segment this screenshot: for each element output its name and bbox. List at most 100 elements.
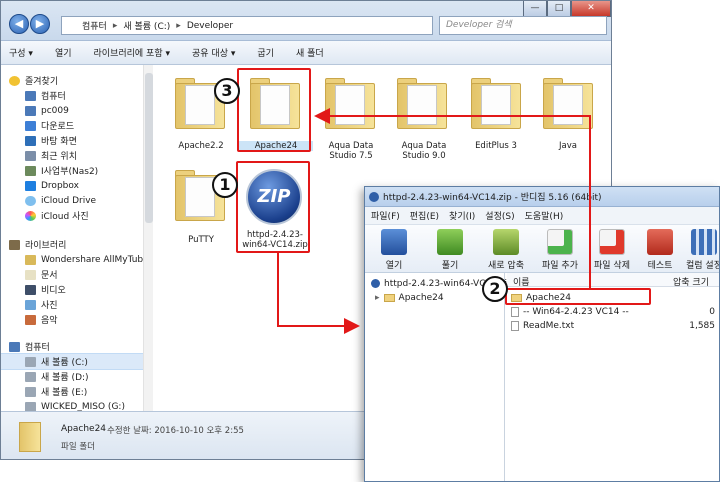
callout-2: 2 <box>482 276 508 302</box>
list-item[interactable]: ReadMe.txt 1,585 <box>507 319 719 332</box>
navigation-pane: 즐겨찾기 컴퓨터 pc009 다운로드 바탕 화면 최근 위치 I사업부(Nas… <box>1 65 153 412</box>
address-bar[interactable]: 컴퓨터 ▸ 새 볼륨 (C:) ▸ Developer <box>61 16 433 35</box>
back-icon[interactable]: ◀ <box>9 14 29 34</box>
nav-item-pictures[interactable]: 사진 <box>25 297 58 312</box>
burn-button[interactable]: 굽기 <box>257 46 274 59</box>
list-item[interactable]: -- Win64-2.4.23 VC14 -- 0 <box>507 305 719 318</box>
computer-icon <box>25 90 36 101</box>
bandizip-toolbar: 열기 풀기 새로 압축 파일 추가 파일 삭제 테스트 컬럼 설정 <box>365 225 719 273</box>
forward-icon[interactable]: ▶ <box>30 14 50 34</box>
share-button[interactable]: 공유 대상 ▾ <box>192 46 235 59</box>
scrollbar-thumb[interactable] <box>145 73 153 223</box>
test-icon <box>647 229 673 255</box>
test-button[interactable]: 테스트 <box>637 229 683 271</box>
delete-file-button[interactable]: 파일 삭제 <box>589 229 635 271</box>
documents-icon <box>25 269 36 280</box>
folder-aqua-75[interactable] <box>321 75 381 133</box>
file-label-apache22: Apache2.2 <box>178 141 224 151</box>
new-folder-button[interactable]: 새 폴더 <box>296 46 324 59</box>
breadcrumb-developer[interactable]: Developer <box>187 21 233 31</box>
open-archive-button[interactable]: 열기 <box>371 229 417 271</box>
highlight-bandizip-apache24 <box>505 288 651 305</box>
nav-item-documents[interactable]: 문서 <box>25 267 58 282</box>
menu-edit[interactable]: 편집(E) <box>410 209 439 222</box>
open-folder-icon <box>381 229 407 255</box>
nav-item-drive-d[interactable]: 새 볼륨 (D:) <box>25 369 89 384</box>
dropbox-icon <box>25 180 36 191</box>
menu-settings[interactable]: 설정(S) <box>485 209 514 222</box>
extract-button[interactable]: 풀기 <box>427 229 473 271</box>
zip-file-icon <box>371 279 380 288</box>
photos-icon <box>25 210 36 221</box>
add-file-icon <box>547 229 573 255</box>
nav-item-pc009[interactable]: pc009 <box>25 103 69 118</box>
bandizip-menubar: 파일(F) 편집(E) 찾기(I) 설정(S) 도움말(H) <box>365 207 719 225</box>
nav-item-icloud-photos[interactable]: iCloud 사진 <box>25 208 89 223</box>
drive-icon <box>25 386 36 397</box>
menu-find[interactable]: 찾기(I) <box>449 209 475 222</box>
col-name-header[interactable]: 이름 <box>513 275 530 288</box>
archive-icon <box>493 229 519 255</box>
menu-file[interactable]: 파일(F) <box>371 209 400 222</box>
usb-drive-icon <box>25 401 36 412</box>
video-icon <box>25 284 36 295</box>
status-type: 파일 폴더 <box>61 442 95 452</box>
library-icon <box>9 239 20 250</box>
download-folder-icon <box>25 120 36 131</box>
drive-icon <box>25 371 36 382</box>
breadcrumb-drive[interactable]: 새 볼륨 (C:) <box>123 19 170 32</box>
file-label-aqua-90: Aqua Data Studio 9.0 <box>401 141 447 161</box>
nav-scrollbar[interactable] <box>143 65 153 411</box>
nav-item-videos[interactable]: 비디오 <box>25 282 66 297</box>
network-drive-icon <box>25 165 36 176</box>
nav-item-drive-e[interactable]: 새 볼륨 (E:) <box>25 384 87 399</box>
status-folder-icon <box>19 422 41 452</box>
new-archive-button[interactable]: 새로 압축 <box>483 229 529 271</box>
nav-item-computer[interactable]: 컴퓨터 <box>25 88 66 103</box>
maximize-button[interactable]: □ <box>547 1 571 17</box>
nav-item-music[interactable]: 음악 <box>25 312 58 327</box>
nav-item-allmytube[interactable]: Wondershare AllMyTube <box>25 252 149 267</box>
folder-java[interactable] <box>539 75 599 133</box>
nav-item-nas2[interactable]: I사업부(Nas2) <box>25 163 98 178</box>
include-library-button[interactable]: 라이브러리에 포함 ▾ <box>94 46 170 59</box>
nav-item-recent[interactable]: 최근 위치 <box>25 148 77 163</box>
bandizip-title: httpd-2.4.23-win64-VC14.zip - 반디집 5.16 (… <box>383 193 602 203</box>
status-name: Apache24 <box>61 424 107 434</box>
nav-item-drive-c[interactable]: 새 볼륨 (C:) <box>1 353 152 370</box>
bandizip-window: httpd-2.4.23-win64-VC14.zip - 반디집 5.16 (… <box>364 186 720 482</box>
expand-icon[interactable]: ▸ <box>375 293 380 303</box>
organize-button[interactable]: 구성 ▾ <box>9 46 33 59</box>
library-folder-icon <box>25 254 36 265</box>
tree-item-apache24[interactable]: ▸ Apache24 <box>375 291 444 304</box>
add-file-button[interactable]: 파일 추가 <box>537 229 583 271</box>
search-input[interactable]: Developer 검색 <box>439 16 607 35</box>
nav-favorites-header[interactable]: 즐겨찾기 <box>9 73 58 88</box>
menu-help[interactable]: 도움말(H) <box>525 209 564 222</box>
star-icon <box>9 75 20 86</box>
columns-icon <box>691 229 717 255</box>
nav-item-icloud-drive[interactable]: iCloud Drive <box>25 193 96 208</box>
folder-aqua-90[interactable] <box>393 75 453 133</box>
pictures-icon <box>25 299 36 310</box>
extract-icon <box>437 229 463 255</box>
recent-places-icon <box>25 150 36 161</box>
nav-computer-header[interactable]: 컴퓨터 <box>9 339 50 354</box>
nav-item-desktop[interactable]: 바탕 화면 <box>25 133 77 148</box>
computer-icon <box>9 341 20 352</box>
callout-1: 1 <box>212 172 238 198</box>
minimize-button[interactable]: — <box>523 1 547 17</box>
breadcrumb-computer[interactable]: 컴퓨터 <box>82 19 107 32</box>
col-size-header[interactable]: 압축 크기 <box>673 275 709 288</box>
close-button[interactable]: ✕ <box>571 1 611 17</box>
highlight-zip-file <box>236 161 310 253</box>
callout-3: 3 <box>214 78 240 104</box>
nav-item-dropbox[interactable]: Dropbox <box>25 178 79 193</box>
nav-libraries-header[interactable]: 라이브러리 <box>9 237 66 252</box>
column-settings-button[interactable]: 컬럼 설정 <box>681 229 719 271</box>
open-button[interactable]: 열기 <box>55 46 72 59</box>
music-icon <box>25 314 36 325</box>
nav-item-downloads[interactable]: 다운로드 <box>25 118 74 133</box>
folder-editplus[interactable] <box>467 75 527 133</box>
text-file-icon <box>511 306 519 317</box>
